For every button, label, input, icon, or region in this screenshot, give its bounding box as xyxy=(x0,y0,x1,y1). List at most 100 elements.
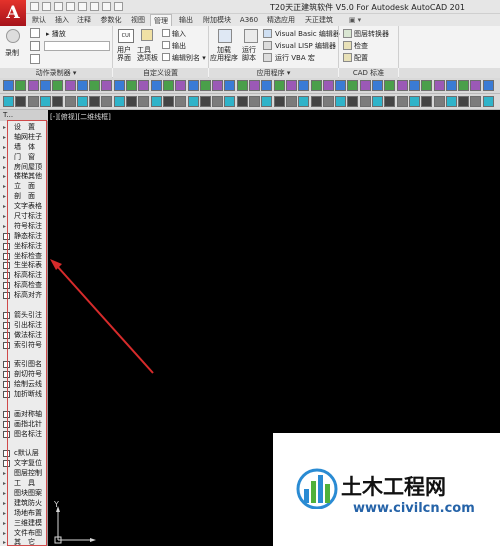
tab-addins[interactable]: 附加模块 xyxy=(200,14,234,26)
toolbar-button-icon[interactable] xyxy=(199,96,211,107)
side-menu-item[interactable]: 坐标标注 xyxy=(0,242,48,252)
side-menu-item[interactable]: 索引符号 xyxy=(0,341,48,351)
cui-icon[interactable]: CUI xyxy=(118,29,134,43)
import-button[interactable]: 输入 xyxy=(172,29,186,39)
toolbar-button-icon[interactable] xyxy=(285,80,297,91)
side-menu-item[interactable]: 做法标注 xyxy=(0,331,48,341)
toolbar-button-icon[interactable] xyxy=(384,96,396,107)
toolbar-button-icon[interactable] xyxy=(15,96,27,107)
panel-action-recorder[interactable]: 动作录制器 ▾ xyxy=(0,68,112,78)
save-as-icon[interactable] xyxy=(66,2,75,11)
toolbar-button-icon[interactable] xyxy=(372,80,383,91)
viewport-controls[interactable]: [-][俯视][二维线框] xyxy=(50,112,111,122)
toolbar-button-icon[interactable] xyxy=(335,96,347,107)
recorder-stop-icon[interactable] xyxy=(30,28,40,38)
toolbar-button-icon[interactable] xyxy=(126,80,137,91)
edit-alias-icon[interactable] xyxy=(162,53,170,61)
run-script-icon[interactable] xyxy=(244,29,258,43)
visual-basic-editor-button[interactable]: Visual Basic 编辑器 xyxy=(275,29,340,39)
side-menu-item[interactable]: 标高标注 xyxy=(0,271,48,281)
tab-overflow-dropdown[interactable]: ▣ ▾ xyxy=(346,14,364,26)
toolbar-button-icon[interactable] xyxy=(482,96,494,107)
toolbar-button-icon[interactable] xyxy=(52,96,64,107)
toolbar-button-icon[interactable] xyxy=(101,96,113,107)
layer-translator-icon[interactable] xyxy=(343,29,352,38)
side-menu-item[interactable]: 标高检查 xyxy=(0,281,48,291)
panel-cad-standards[interactable]: CAD 标准 xyxy=(339,68,398,78)
toolbar-button-icon[interactable] xyxy=(433,96,445,107)
toolbar-button-icon[interactable] xyxy=(359,96,371,107)
side-menu-item[interactable]: ▸ 剖 面 xyxy=(0,192,48,202)
import-icon[interactable] xyxy=(162,29,170,37)
side-menu-item[interactable]: ▸ 房间屋顶 xyxy=(0,163,48,173)
toolbar-button-icon[interactable] xyxy=(298,96,310,107)
side-menu-item[interactable]: ▸ 墙 体 xyxy=(0,143,48,153)
side-menu-item[interactable]: 坐标检查 xyxy=(0,252,48,262)
side-menu-item[interactable]: ▸ 立 面 xyxy=(0,182,48,192)
load-application-icon[interactable] xyxy=(218,29,232,43)
side-menu-item[interactable]: ▸ 符号标注 xyxy=(0,222,48,232)
tab-insert[interactable]: 插入 xyxy=(52,14,72,26)
toolbar-button-icon[interactable] xyxy=(3,80,14,91)
toolbar-button-icon[interactable] xyxy=(76,80,88,91)
export-button[interactable]: 输出 xyxy=(172,41,186,51)
side-menu-item[interactable]: ▸ 场地布置 xyxy=(0,509,48,519)
toolbar-button-icon[interactable] xyxy=(261,96,273,107)
vb-editor-icon[interactable] xyxy=(263,29,272,38)
recorder-insert-icon[interactable] xyxy=(30,41,40,51)
toolbar-button-icon[interactable] xyxy=(175,80,187,91)
macro-select-dropdown[interactable] xyxy=(44,41,110,51)
toolbar-button-icon[interactable] xyxy=(249,80,260,91)
side-menu-item[interactable]: 剖切符号 xyxy=(0,370,48,380)
toolbar-button-icon[interactable] xyxy=(89,96,101,107)
side-menu-item[interactable]: 标高对齐 xyxy=(0,291,48,301)
side-menu-item[interactable]: ▸ 文件布图 xyxy=(0,529,48,539)
tab-manage[interactable]: 管理 xyxy=(150,14,172,26)
toolbar-button-icon[interactable] xyxy=(458,96,470,107)
toolbar-button-icon[interactable] xyxy=(212,80,224,91)
quick-access-dropdown-icon[interactable] xyxy=(114,2,123,11)
toolbar-button-icon[interactable] xyxy=(150,80,162,91)
side-menu-item[interactable]: ▸ 图块图案 xyxy=(0,489,48,499)
toolbar-button-icon[interactable] xyxy=(421,80,433,91)
toolbar-button-icon[interactable] xyxy=(273,80,285,91)
toolbar-button-icon[interactable] xyxy=(445,80,457,91)
side-menu-item[interactable]: 箭头引注 xyxy=(0,311,48,321)
toolbar-button-icon[interactable] xyxy=(335,80,347,91)
side-menu-item[interactable]: ▸ 工 具 xyxy=(0,479,48,489)
recorder-message-icon[interactable] xyxy=(30,54,40,64)
side-menu-item[interactable]: ▸ 建筑防火 xyxy=(0,499,48,509)
toolbar-button-icon[interactable] xyxy=(224,80,236,91)
toolbar-button-icon[interactable] xyxy=(162,96,174,107)
tab-output[interactable]: 输出 xyxy=(176,14,196,26)
tab-a360[interactable]: A360 xyxy=(238,14,260,26)
toolbar-button-icon[interactable] xyxy=(175,96,187,107)
configure-standards-icon[interactable] xyxy=(343,53,352,62)
side-menu-title[interactable]: T... xyxy=(0,110,48,121)
side-menu-item[interactable]: 图名标注 xyxy=(0,430,48,440)
side-menu-item[interactable]: ▸ 设 置 xyxy=(0,123,48,133)
toolbar-button-icon[interactable] xyxy=(445,96,457,107)
side-menu-item[interactable]: 引出标注 xyxy=(0,321,48,331)
check-standards-button[interactable]: 检查 xyxy=(354,41,368,51)
tab-default[interactable]: 默认 xyxy=(28,14,50,26)
side-menu-item[interactable]: ▸ 其 它 xyxy=(0,538,48,546)
toolbar-button-icon[interactable] xyxy=(384,80,396,91)
side-menu-item[interactable]: ▸ 尺寸标注 xyxy=(0,212,48,222)
tab-tangent[interactable]: 天正建筑 xyxy=(302,14,336,26)
toolbar-button-icon[interactable] xyxy=(64,80,76,91)
play-button[interactable]: ▸ 播放 xyxy=(46,29,66,39)
toolbar-button-icon[interactable] xyxy=(52,80,64,91)
layer-translator-button[interactable]: 图层转换器 xyxy=(354,29,389,39)
toolbar-button-icon[interactable] xyxy=(76,96,88,107)
toolbar-button-icon[interactable] xyxy=(15,80,27,91)
toolbar-button-icon[interactable] xyxy=(224,96,236,107)
toolbar-button-icon[interactable] xyxy=(212,96,224,107)
side-menu-item[interactable]: 索引图名 xyxy=(0,360,48,370)
custom-ui-label[interactable]: 用户 界面 xyxy=(117,46,131,62)
side-menu-item[interactable]: 文字复位 xyxy=(0,459,48,469)
toolbar-button-icon[interactable] xyxy=(285,96,297,107)
toolbar-button-icon[interactable] xyxy=(310,80,322,91)
toolbar-button-icon[interactable] xyxy=(408,80,420,91)
side-menu-item[interactable]: 绘制云线 xyxy=(0,380,48,390)
